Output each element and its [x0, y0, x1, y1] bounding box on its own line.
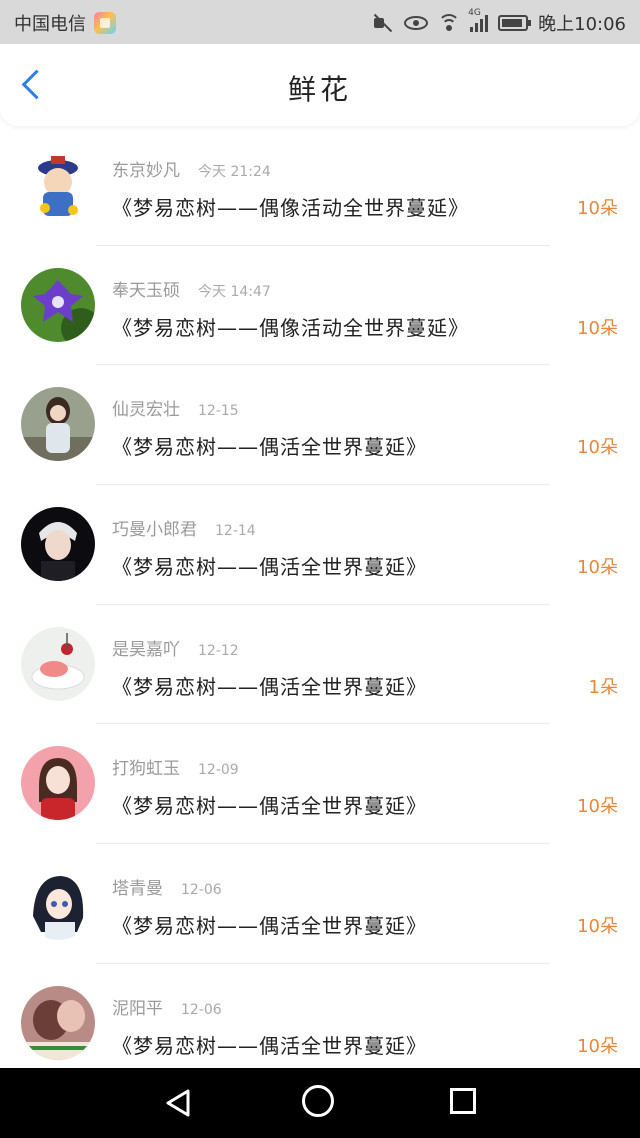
list-item[interactable]: 打狗虹玉 12-09 《梦易恋树——偶活全世界蔓延》 10朵 [0, 724, 640, 845]
gift-list[interactable]: 东京妙凡 今天 21:24 《梦易恋树——偶像活动全世界蔓延》 10朵 奉天玉硕 今… [0, 126, 640, 1068]
gift-time: 12-09 [198, 762, 239, 779]
header-bar: 鲜花 [0, 44, 640, 126]
avatar[interactable] [21, 267, 95, 342]
avatar[interactable] [21, 387, 95, 462]
avatar[interactable] [21, 626, 95, 701]
nav-home-button[interactable] [302, 1085, 334, 1117]
flower-amount: 10朵 [577, 916, 618, 938]
flower-amount: 1朵 [588, 676, 618, 698]
flower-amount: 10朵 [577, 437, 618, 459]
flower-amount: 10朵 [577, 796, 618, 818]
gift-time: 12-12 [198, 642, 239, 659]
user-name: 东京妙凡 [112, 161, 180, 181]
triangle-back-icon [166, 1089, 190, 1117]
user-name: 巧曼小郎君 [112, 520, 197, 541]
gift-time: 今天 14:47 [198, 283, 271, 300]
signal-icon: 4G [468, 8, 489, 32]
user-name: 奉天玉硕 [112, 280, 180, 301]
avatar[interactable] [21, 507, 95, 582]
mute-icon [372, 14, 394, 32]
gift-time: 今天 21:24 [198, 164, 271, 180]
clock: 晚上10:06 [538, 14, 626, 35]
gift-message: 《梦易恋树——偶活全世界蔓延》 [112, 914, 427, 939]
gift-time: 12-06 [181, 882, 222, 899]
network-type-label: 4G [468, 8, 481, 18]
list-item[interactable]: 东京妙凡 今天 21:24 《梦易恋树——偶像活动全世界蔓延》 10朵 [0, 126, 640, 246]
user-name: 泥阳平 [112, 998, 163, 1019]
gift-message: 《梦易恋树——偶活全世界蔓延》 [112, 794, 427, 819]
gift-message: 《梦易恋树——偶活全世界蔓延》 [112, 1033, 427, 1058]
user-name: 打狗虹玉 [112, 759, 180, 780]
list-item[interactable]: 奉天玉硕 今天 14:47 《梦易恋树——偶像活动全世界蔓延》 10朵 [0, 246, 640, 366]
flower-amount: 10朵 [577, 198, 618, 219]
eye-icon [404, 16, 429, 30]
gift-time: 12-14 [215, 523, 256, 540]
list-item[interactable]: 泥阳平 12-06 《梦易恋树——偶活全世界蔓延》 10朵 [0, 964, 640, 1068]
flower-amount: 10朵 [577, 1035, 618, 1057]
avatar[interactable] [21, 985, 95, 1060]
gift-message: 《梦易恋树——偶像活动全世界蔓延》 [112, 196, 469, 220]
user-name: 仙灵宏壮 [112, 400, 180, 421]
user-name: 是昊嘉吖 [112, 639, 180, 660]
gift-message: 《梦易恋树——偶活全世界蔓延》 [112, 555, 427, 580]
status-bar: 中国电信 4G 晚上10:06 [0, 0, 640, 44]
list-item[interactable]: 是昊嘉吖 12-12 《梦易恋树——偶活全世界蔓延》 1朵 [0, 605, 640, 725]
nav-recents-button[interactable] [450, 1088, 476, 1114]
list-item[interactable]: 仙灵宏壮 12-15 《梦易恋树——偶活全世界蔓延》 10朵 [0, 365, 640, 486]
system-navigation-bar [0, 1068, 640, 1138]
carrier-label: 中国电信 [14, 14, 86, 35]
nav-back-button[interactable] [160, 1085, 196, 1121]
gift-time: 12-15 [198, 403, 239, 420]
flower-amount: 10朵 [577, 557, 618, 579]
avatar[interactable] [21, 866, 95, 941]
avatar[interactable] [21, 746, 95, 821]
gift-message: 《梦易恋树——偶活全世界蔓延》 [112, 674, 427, 699]
list-item[interactable]: 巧曼小郎君 12-14 《梦易恋树——偶活全世界蔓延》 10朵 [0, 485, 640, 605]
battery-icon [498, 15, 532, 31]
gift-message: 《梦易恋树——偶活全世界蔓延》 [112, 435, 427, 460]
user-name: 塔青曼 [112, 879, 163, 900]
gift-time: 12-06 [181, 1001, 222, 1018]
avatar[interactable] [21, 148, 95, 222]
page-title: 鲜花 [287, 73, 352, 106]
list-item[interactable]: 塔青曼 12-06 《梦易恋树——偶活全世界蔓延》 10朵 [0, 844, 640, 964]
wifi-icon [438, 14, 461, 32]
app-badge-icon [94, 12, 116, 34]
gift-message: 《梦易恋树——偶像活动全世界蔓延》 [112, 315, 469, 340]
flower-amount: 10朵 [577, 317, 618, 339]
